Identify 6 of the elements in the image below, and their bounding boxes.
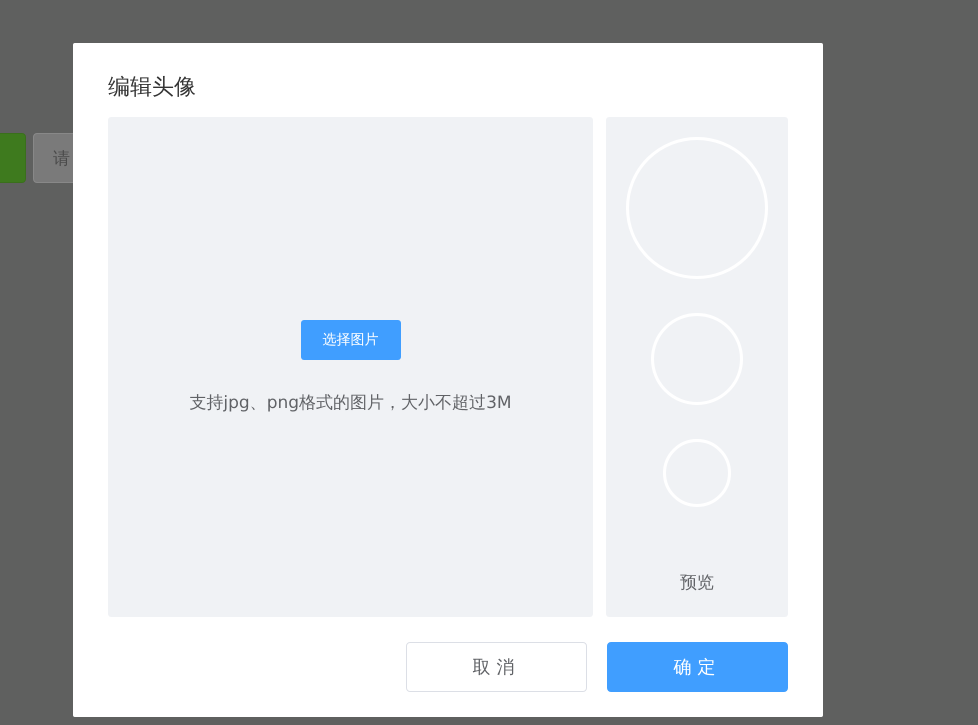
cancel-button[interactable]: 取消 bbox=[406, 642, 587, 692]
preview-label: 预览 bbox=[680, 572, 714, 594]
confirm-button[interactable]: 确定 bbox=[607, 642, 788, 692]
dialog-title: 编辑头像 bbox=[108, 74, 197, 102]
upload-hint: 支持jpg、png格式的图片，大小不超过3M bbox=[189, 392, 512, 414]
select-image-button[interactable]: 选择图片 bbox=[300, 320, 400, 360]
